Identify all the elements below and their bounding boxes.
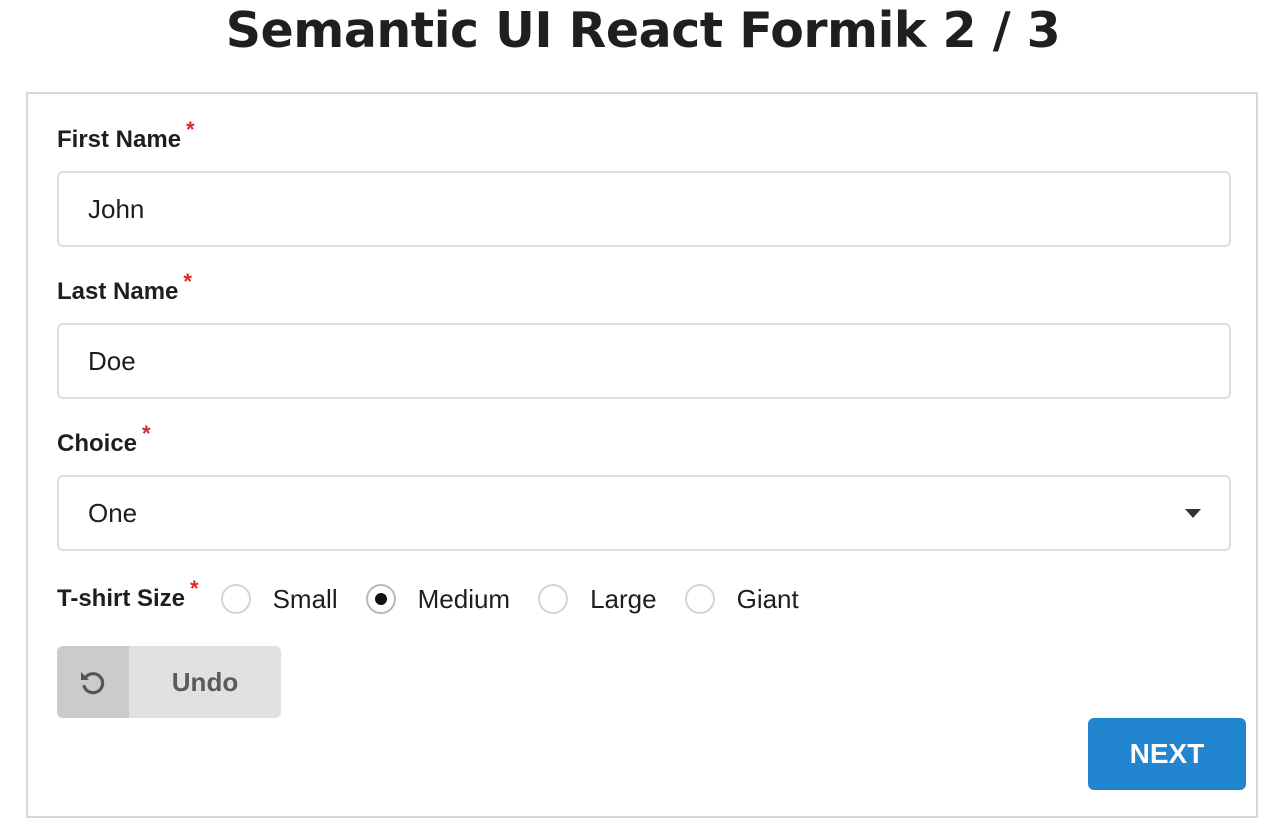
radio-dot-icon xyxy=(374,593,387,605)
required-marker: * xyxy=(190,576,199,601)
tshirt-size-label-text: T-shirt Size xyxy=(57,585,186,612)
radio-option-small[interactable]: Small xyxy=(220,583,338,615)
first-name-label: First Name * xyxy=(57,117,195,154)
radio-button[interactable] xyxy=(538,584,569,614)
radio-label: Giant xyxy=(736,583,799,614)
required-marker: * xyxy=(186,117,195,142)
required-marker: * xyxy=(183,269,192,294)
radio-label: Small xyxy=(272,583,338,614)
required-marker: * xyxy=(142,421,151,446)
radio-button-checked[interactable] xyxy=(365,584,396,614)
undo-button-label: Undo xyxy=(171,666,239,697)
last-name-label-text: Last Name xyxy=(57,278,179,305)
choice-label-text: Choice xyxy=(57,430,138,457)
radio-option-giant[interactable]: Giant xyxy=(684,583,799,615)
radio-option-medium[interactable]: Medium xyxy=(365,583,511,615)
last-name-label: Last Name * xyxy=(57,269,192,306)
page-title: Semantic UI React Formik 2 / 3 xyxy=(225,2,1061,59)
last-name-input[interactable] xyxy=(57,323,1231,399)
first-name-label-text: First Name xyxy=(57,126,182,153)
tshirt-size-label: T-shirt Size * xyxy=(57,576,199,613)
radio-label: Large xyxy=(590,583,657,614)
radio-button[interactable] xyxy=(220,584,251,614)
choice-dropdown[interactable]: One xyxy=(57,475,1231,551)
choice-selected-value: One xyxy=(88,497,138,528)
undo-icon xyxy=(57,646,129,718)
undo-button[interactable]: Undo xyxy=(57,646,281,718)
tshirt-size-group: T-shirt Size * Small Medium Large Giant xyxy=(57,576,827,620)
radio-option-large[interactable]: Large xyxy=(538,584,657,615)
radio-label: Medium xyxy=(417,583,511,614)
first-name-input[interactable] xyxy=(57,171,1231,247)
choice-label: Choice * xyxy=(57,421,151,458)
radio-button[interactable] xyxy=(684,584,715,614)
form-container: First Name * Last Name * Choice * One T-… xyxy=(26,92,1258,818)
next-button[interactable]: NEXT xyxy=(1088,718,1246,790)
dropdown-caret-icon xyxy=(1185,508,1201,518)
